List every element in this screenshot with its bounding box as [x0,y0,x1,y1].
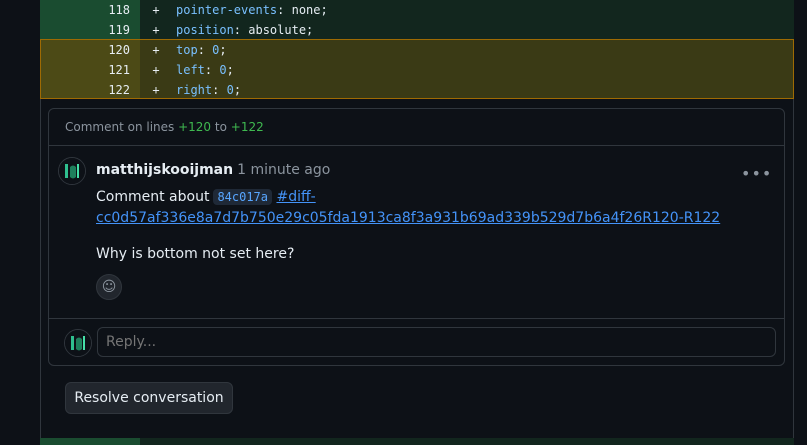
css-value: 0 [212,43,220,57]
code-content: right: 0; [176,83,242,97]
comment-layer: matthijskooijman 1 minute ago ••• Comment… [48,108,785,366]
css-property: position [176,23,234,37]
code-content: left: 0; [176,63,234,77]
comment-question: Why is bottom not set here? [96,246,295,262]
smiley-icon[interactable]: ☺ [96,274,122,300]
avatar-icon [65,330,91,356]
divider [48,318,785,319]
left-gutter [0,0,40,445]
avatar[interactable] [58,157,86,185]
diff-line[interactable]: 119 + position: absolute; [40,20,794,40]
diff-sign: + [152,83,160,97]
comment-author[interactable]: matthijskooijman 1 minute ago [96,162,330,178]
avatar-icon [59,158,85,184]
line-number[interactable]: 121 [40,60,140,80]
css-property: right [176,83,213,97]
diff-line[interactable]: 118 + pointer-events: none; [40,0,794,20]
body-prefix: Comment about [96,189,210,205]
code-content: pointer-events: none; [176,3,328,17]
commit-sha[interactable]: 84c017a [213,189,273,205]
kebab-horizontal-icon[interactable]: ••• [741,166,771,182]
reply-avatar [64,329,92,357]
css-value: absolute [248,23,307,37]
line-number[interactable]: 120 [40,40,140,60]
css-property: pointer-events [176,3,278,17]
css-value: 0 [226,83,234,97]
diff-line[interactable]: 122 + right: 0; [40,80,794,100]
css-value: 0 [219,63,227,77]
code-content: position: absolute; [176,23,314,37]
diff-line[interactable]: 121 + left: 0; [40,60,794,80]
line-number[interactable]: 118 [40,0,140,20]
comment-body: Comment about 84c017a #diff-cc0d57af336e8… [96,187,736,229]
code-content: top: 0; [176,43,227,57]
comment-time[interactable]: 1 minute ago [237,162,330,178]
right-gutter [794,0,807,445]
line-number[interactable]: 119 [40,20,140,40]
author-name[interactable]: matthijskooijman [96,162,233,178]
css-property: top [176,43,198,57]
line-number[interactable]: 122 [40,80,140,100]
diff-sign: + [152,43,160,57]
css-property: left [176,63,205,77]
diff-view: 118 + pointer-events: none; 119 + position: a… [40,0,794,100]
diff-sign: + [152,23,160,37]
diff-line[interactable]: 120 + top: 0; [40,40,794,60]
diff-next-line [40,438,794,445]
reply-input[interactable] [97,327,776,357]
diff-sign: + [152,3,160,17]
diff-sign: + [152,63,160,77]
css-value: none [291,3,321,17]
resolve-conversation-button[interactable]: Resolve conversation [65,382,233,414]
